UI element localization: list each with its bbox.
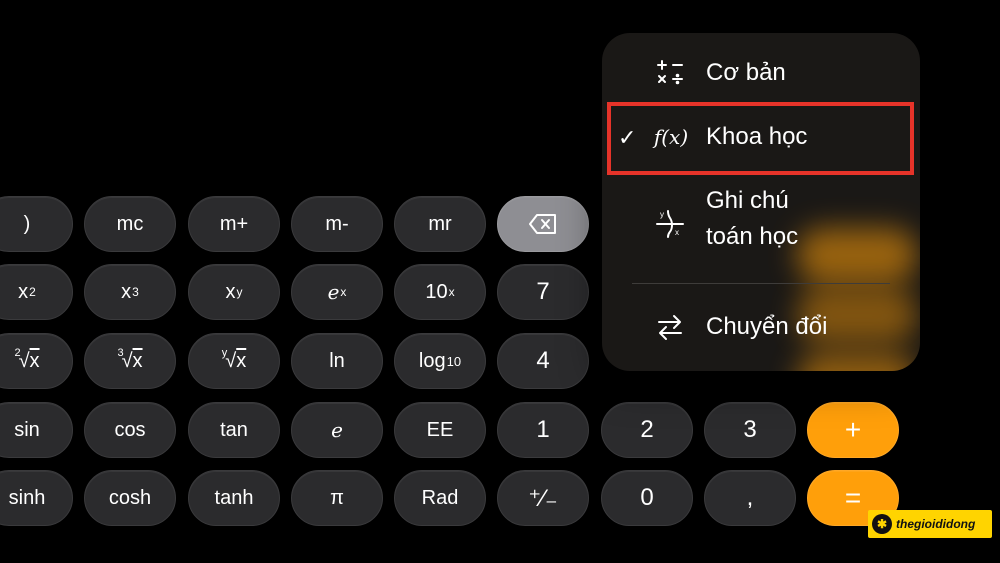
key-label: 0: [640, 484, 654, 511]
key-digit-3[interactable]: 3: [704, 402, 796, 458]
key-tan[interactable]: tan: [188, 402, 280, 458]
key-sinh[interactable]: sinh: [0, 470, 73, 526]
key-label: Rad: [421, 486, 459, 509]
key-label: ): [23, 212, 31, 235]
menu-item-label: Chuyển đổi: [706, 313, 828, 340]
key-label: cosh: [108, 486, 152, 509]
key-label: e: [331, 418, 343, 442]
key-base: 10: [425, 280, 448, 303]
key-euler-e[interactable]: e: [291, 402, 383, 458]
key-log10[interactable]: log 10: [394, 333, 486, 389]
key-rad[interactable]: Rad: [394, 470, 486, 526]
math-notes-icon: y x: [652, 205, 688, 241]
key-cos[interactable]: cos: [84, 402, 176, 458]
menu-item-basic[interactable]: Cơ bản: [602, 55, 920, 95]
key-label: 3: [743, 416, 757, 443]
key-digit-0[interactable]: 0: [601, 470, 693, 526]
svg-text:y: y: [660, 210, 664, 219]
key-close-paren[interactable]: ): [0, 196, 73, 252]
key-cube-root[interactable]: 3 √ x: [84, 333, 176, 389]
watermark: ✱ thegioididong: [868, 510, 992, 538]
key-pi[interactable]: π: [291, 470, 383, 526]
key-base: e: [327, 280, 340, 304]
key-digit-1[interactable]: 1: [497, 402, 589, 458]
key-m-plus[interactable]: m+: [188, 196, 280, 252]
svg-text:x: x: [675, 228, 679, 237]
key-plus[interactable]: +: [807, 402, 899, 458]
key-square-root[interactable]: 2 √ x: [0, 333, 73, 389]
key-exponent: x: [340, 285, 347, 299]
root-radicand: x: [236, 349, 247, 372]
key-ln[interactable]: ln: [291, 333, 383, 389]
plus-minus-times-divide-icon: [652, 55, 688, 91]
root-radicand: x: [132, 349, 143, 372]
key-base: x: [121, 280, 132, 303]
key-x-cubed[interactable]: x3: [84, 264, 176, 320]
root-index: 3: [117, 347, 124, 359]
watermark-logo-icon: ✱: [872, 514, 892, 534]
key-e-power-x[interactable]: ex: [291, 264, 383, 320]
key-digit-2[interactable]: 2: [601, 402, 693, 458]
key-label: ⁺∕₋: [528, 484, 558, 512]
key-m-minus[interactable]: m-: [291, 196, 383, 252]
key-x-squared[interactable]: x2: [0, 264, 73, 320]
key-exponent: 2: [29, 285, 36, 299]
key-label: EE: [426, 418, 454, 441]
key-ee[interactable]: EE: [394, 402, 486, 458]
key-label: sin: [14, 418, 40, 441]
key-subscript: 10: [446, 353, 462, 369]
key-tanh[interactable]: tanh: [188, 470, 280, 526]
key-decimal-comma[interactable]: ,: [704, 470, 796, 526]
key-base: x: [225, 280, 236, 303]
key-label: log: [418, 349, 446, 372]
menu-item-label: Cơ bản: [706, 59, 786, 86]
key-ten-power-x[interactable]: 10 x: [394, 264, 486, 320]
key-label: 7: [536, 278, 550, 305]
menu-item-convert[interactable]: Chuyển đổi: [602, 309, 920, 349]
root-radicand: x: [29, 349, 40, 372]
key-exponent: 3: [132, 285, 139, 299]
key-label: +: [844, 414, 862, 445]
key-exponent: y: [236, 285, 243, 299]
key-label: m+: [219, 212, 249, 235]
key-label: 1: [536, 416, 550, 443]
key-label: π: [330, 486, 344, 509]
key-label: mr: [428, 212, 452, 235]
watermark-text: thegioididong: [896, 517, 976, 531]
key-label: =: [844, 482, 862, 513]
key-label: mc: [116, 212, 144, 235]
key-label: sinh: [8, 486, 46, 509]
menu-item-label-line1: Ghi chú: [706, 187, 789, 214]
menu-item-label-line2: toán học: [706, 223, 799, 250]
key-x-power-y[interactable]: xy: [188, 264, 280, 320]
key-exponent: x: [448, 285, 455, 299]
key-digit-4[interactable]: 4: [497, 333, 589, 389]
menu-divider: [632, 283, 890, 284]
root-index: 2: [14, 347, 21, 359]
key-label: cos: [114, 418, 146, 441]
key-label: tan: [220, 418, 248, 441]
root-index: y: [221, 347, 228, 359]
blurred-background-key: [797, 353, 917, 371]
key-label: m-: [325, 212, 349, 235]
key-sin[interactable]: sin: [0, 402, 73, 458]
convert-arrows-icon: [652, 309, 688, 345]
key-mc[interactable]: mc: [84, 196, 176, 252]
key-label: 2: [640, 416, 654, 443]
key-y-root[interactable]: y √ x: [188, 333, 280, 389]
key-label: ln: [329, 349, 345, 372]
key-plus-minus[interactable]: ⁺∕₋: [497, 470, 589, 526]
highlight-box: [607, 102, 914, 175]
key-cosh[interactable]: cosh: [84, 470, 176, 526]
key-digit-7[interactable]: 7: [497, 264, 589, 320]
calculator-mode-menu: Cơ bản ✓ f(x) Khoa học y x Ghi chú toán …: [602, 33, 920, 371]
key-label: tanh: [214, 486, 254, 509]
key-label: 4: [536, 347, 550, 374]
key-base: x: [18, 280, 29, 303]
key-label: ,: [746, 484, 754, 511]
menu-item-math-notes[interactable]: y x Ghi chú toán học: [602, 183, 920, 263]
backspace-icon: [529, 214, 556, 234]
key-mr[interactable]: mr: [394, 196, 486, 252]
key-backspace[interactable]: [497, 196, 589, 252]
